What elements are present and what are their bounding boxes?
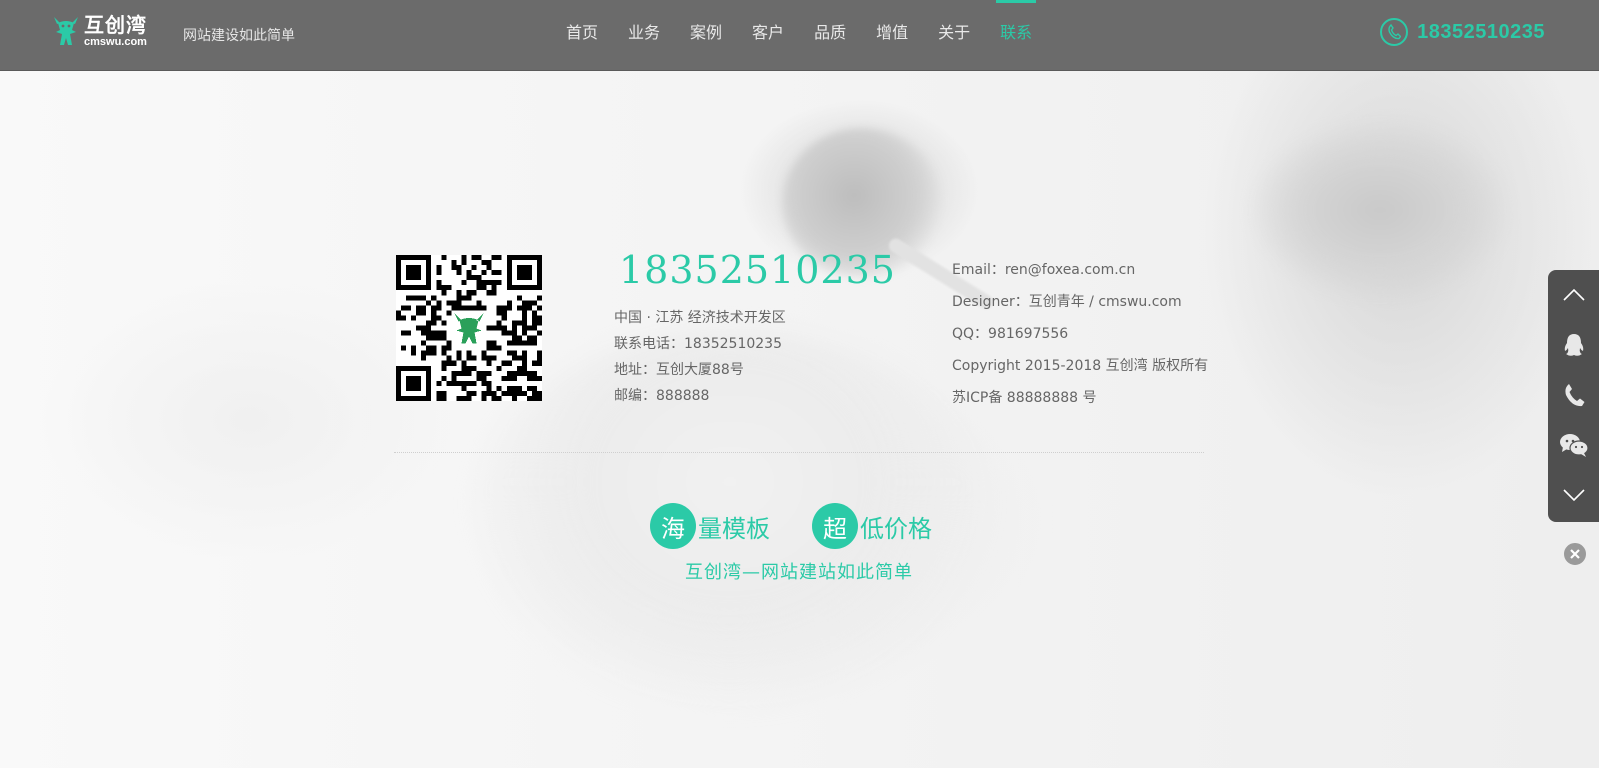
- address-phone: 联系电话：18352510235: [614, 336, 782, 352]
- phone-icon: [1564, 384, 1584, 407]
- meta-copyright: Copyright 2015-2018 互创湾 版权所有: [952, 358, 1209, 374]
- site-logo[interactable]: 互创湾 cmswu.com: [52, 14, 147, 48]
- meta-qq: QQ：981697556: [952, 326, 1069, 342]
- promo-tag-text: 量模板: [698, 514, 770, 543]
- phone-button[interactable]: [1548, 370, 1599, 420]
- header-slogan: 网站建设如此简单: [183, 28, 295, 44]
- wechat-icon: [1559, 434, 1589, 457]
- address-region: 中国 · 江苏 经济技术开发区: [614, 310, 786, 326]
- chevron-up-icon: [1562, 288, 1585, 301]
- promo-tag-badge: 海: [650, 503, 696, 549]
- nav-item-clients[interactable]: 客户: [752, 0, 784, 70]
- header-phone-number: 18352510235: [1417, 20, 1545, 43]
- chevron-down-icon: [1562, 489, 1585, 502]
- contact-big-phone: 18352510235: [619, 248, 896, 292]
- site-header: 互创湾 cmswu.com 网站建设如此简单 首页 业务 案例 客户 品质 增值…: [0, 0, 1599, 71]
- meta-email: Email：ren@foxea.com.cn: [952, 262, 1136, 278]
- nav-item-value-added[interactable]: 增值: [876, 0, 908, 70]
- scroll-top-button[interactable]: [1548, 270, 1599, 320]
- logo-mascot-icon: [52, 14, 80, 48]
- qq-button[interactable]: [1548, 320, 1599, 370]
- promo-tag-badge: 超: [812, 503, 858, 549]
- phone-icon: [1380, 18, 1409, 46]
- promo-tag-templates: 海 量模板: [650, 503, 770, 549]
- nav-item-about[interactable]: 关于: [938, 0, 970, 70]
- nav-item-cases[interactable]: 案例: [690, 0, 722, 70]
- header-phone[interactable]: 18352510235: [1380, 18, 1545, 46]
- contact-section: 18352510235 中国 · 江苏 经济技术开发区 联系电话：1835251…: [0, 0, 1599, 768]
- scroll-bottom-button[interactable]: [1548, 470, 1599, 520]
- nav-item-contact[interactable]: 联系: [996, 0, 1037, 70]
- address-block: 中国 · 江苏 经济技术开发区 联系电话：18352510235 地址：互创大厦…: [614, 305, 786, 409]
- promo-tagline: 互创湾—网站建站如此简单: [685, 562, 913, 583]
- meta-designer: Designer：互创青年 / cmswu.com: [952, 294, 1182, 310]
- nav-item-business[interactable]: 业务: [628, 0, 660, 70]
- address-street: 地址：互创大厦88号: [614, 362, 744, 378]
- promo-tag-price: 超 低价格: [812, 503, 932, 549]
- logo-domain: cmswu.com: [84, 35, 147, 48]
- qq-penguin-icon: [1564, 334, 1583, 356]
- main-nav: 首页 业务 案例 客户 品质 增值 关于 联系: [566, 0, 1062, 70]
- nav-item-quality[interactable]: 品质: [814, 0, 846, 70]
- close-float-button[interactable]: [1562, 541, 1588, 567]
- promo-tag-text: 低价格: [860, 514, 932, 543]
- close-icon: [1570, 549, 1580, 559]
- promo-tags: 海 量模板 超 低价格: [650, 503, 974, 549]
- meta-icp[interactable]: 苏ICP备 88888888 号: [952, 382, 1208, 414]
- address-postcode: 邮编：888888: [614, 388, 710, 404]
- side-float-toolbar: [1548, 270, 1599, 522]
- site-meta-block: Email：ren@foxea.com.cn Designer：互创青年 / c…: [952, 254, 1208, 414]
- logo-name: 互创湾: [84, 12, 147, 37]
- wechat-qr-code: [396, 255, 542, 401]
- nav-item-home[interactable]: 首页: [566, 0, 598, 70]
- wechat-button[interactable]: [1548, 420, 1599, 470]
- dotted-divider: [394, 452, 1204, 453]
